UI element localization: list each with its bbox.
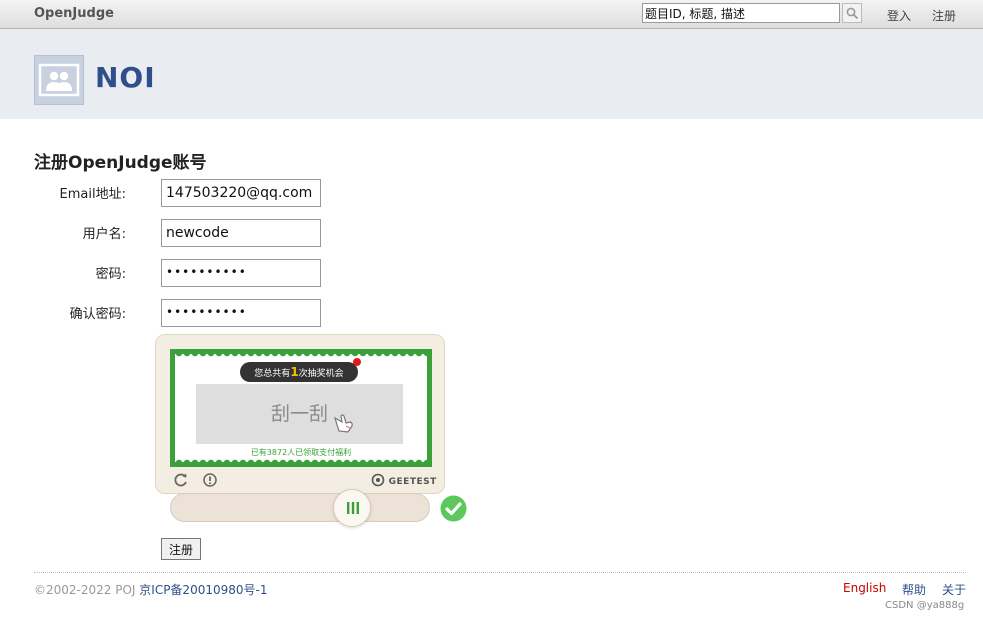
site-header: NOI xyxy=(0,29,983,119)
brand-link[interactable]: OpenJudge xyxy=(34,6,114,21)
register-link[interactable]: 注册 xyxy=(932,7,956,24)
slider-handle[interactable] xyxy=(333,489,371,527)
grip-icon xyxy=(347,502,359,514)
login-link[interactable]: 登入 xyxy=(887,7,911,24)
search-icon xyxy=(846,7,859,20)
scratch-card: 您总共有1次抽奖机会 刮一刮 已有3872人已领取支付福利 xyxy=(170,349,432,467)
success-check-icon xyxy=(440,495,467,522)
refresh-icon[interactable] xyxy=(173,472,189,488)
lottery-badge: 您总共有1次抽奖机会 xyxy=(240,362,358,382)
site-title: NOI xyxy=(95,61,156,94)
notification-dot xyxy=(353,358,361,366)
confirm-password-label: 确认密码: xyxy=(69,307,126,322)
group-logo-icon xyxy=(34,55,84,105)
lottery-suffix: 次抽奖机会 xyxy=(298,369,344,379)
help-link[interactable]: 帮助 xyxy=(902,581,926,598)
copyright: ©2002-2022 POJ 京ICP备20010980号-1 xyxy=(34,581,267,598)
icp-link[interactable]: 京ICP备20010980号-1 xyxy=(139,583,267,597)
email-label: Email地址: xyxy=(59,187,126,202)
info-icon[interactable] xyxy=(202,472,218,488)
scratch-area[interactable]: 刮一刮 xyxy=(196,384,403,444)
captcha-widget: 您总共有1次抽奖机会 刮一刮 已有3872人已领取支付福利 GEETEST xyxy=(155,334,445,494)
password-label: 密码: xyxy=(95,267,126,282)
hand-pointer-icon xyxy=(333,414,353,433)
confirm-password-field[interactable]: •••••••••• xyxy=(161,299,321,327)
search-button[interactable] xyxy=(842,3,862,23)
search-box xyxy=(642,3,862,25)
english-link[interactable]: English xyxy=(843,581,886,595)
scratch-note: 已有3872人已领取支付福利 xyxy=(250,448,352,457)
geetest-brand: GEETEST xyxy=(388,477,437,487)
scratch-text: 刮一刮 xyxy=(270,403,328,425)
search-input[interactable] xyxy=(642,3,840,23)
geetest-icon xyxy=(371,473,385,487)
email-field[interactable] xyxy=(161,179,321,207)
slider-track[interactable] xyxy=(170,493,430,522)
copyright-text: ©2002-2022 POJ xyxy=(34,583,136,597)
top-bar: OpenJudge 登入 注册 xyxy=(0,0,983,29)
lottery-count: 1 xyxy=(290,365,299,379)
csdn-watermark: CSDN @ya888g xyxy=(885,600,965,611)
lottery-prefix: 您总共有 xyxy=(254,369,291,379)
register-button[interactable]: 注册 xyxy=(161,538,202,560)
footer-divider xyxy=(34,572,966,573)
username-field[interactable] xyxy=(161,219,321,247)
about-link[interactable]: 关于 xyxy=(942,581,966,598)
geetest-logo: GEETEST xyxy=(371,473,437,487)
username-label: 用户名: xyxy=(82,227,126,242)
page-title: 注册OpenJudge账号 xyxy=(34,153,207,173)
password-field[interactable]: •••••••••• xyxy=(161,259,321,287)
